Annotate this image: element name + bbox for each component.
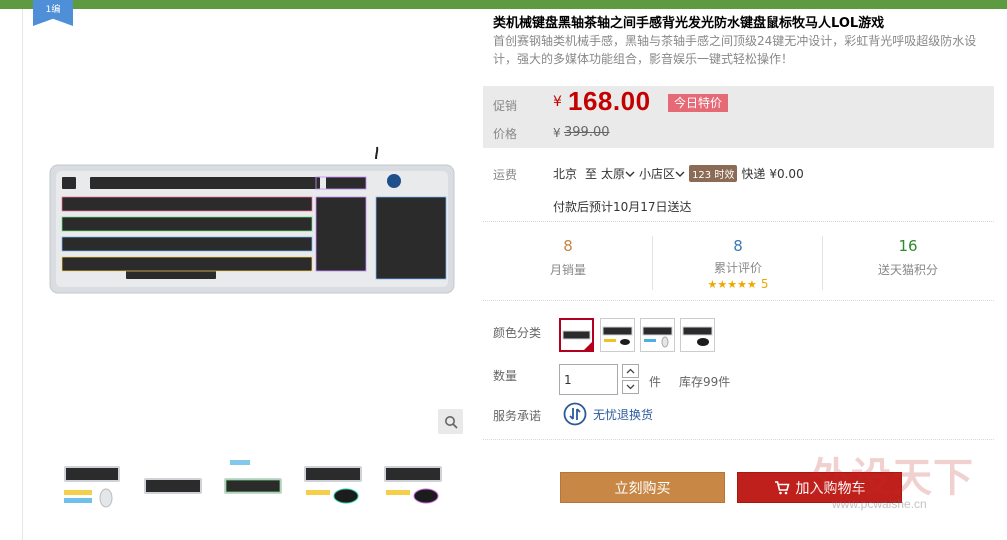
add-to-cart-button[interactable]: 加入购物车 [737, 472, 902, 503]
ship-from: 北京 [553, 167, 578, 181]
chevron-down-icon [625, 171, 635, 177]
color-swatch-4[interactable] [680, 318, 715, 352]
product-title: 类机械键盘黑轴茶轴之间手感背光发光防水键盘鼠标牧马人LOL游戏 [493, 16, 885, 31]
shipping-row: 北京 至 太原 小店区 123 时效 快递 ¥0.00 [553, 165, 804, 182]
delivery-eta: 付款后预计10月17日送达 [553, 200, 692, 214]
product-subtitle: 首创赛钢轴类机械手感，黑轴与茶轴手感之间顶级24键无冲设计，彩虹背光呼吸超级防水… [493, 34, 977, 66]
timeliness-badge: 123 时效 [689, 165, 738, 182]
thumbnail-strip [60, 458, 460, 518]
color-swatch-3[interactable] [640, 318, 675, 352]
quantity-label: 数量 [493, 369, 518, 383]
quantity-input[interactable] [559, 364, 618, 395]
color-option-label: 颜色分类 [493, 326, 542, 340]
corner-ribbon-text: 1编 [45, 5, 61, 15]
chevron-up-icon [626, 368, 635, 374]
quantity-decrease-button[interactable] [622, 380, 639, 394]
stock-count: 库存99件 [679, 375, 731, 389]
ship-to-word: 至 [585, 167, 598, 181]
buy-now-button[interactable]: 立刻购买 [560, 472, 725, 503]
selected-check-icon [583, 341, 593, 351]
product-main-image [46, 145, 460, 305]
color-swatch-1[interactable] [559, 318, 594, 352]
thumbnail-3[interactable] [222, 458, 284, 514]
thumbnail-4[interactable] [302, 458, 364, 514]
shipping-label: 运费 [493, 168, 518, 182]
rating-stars: ★★★★★ 5 [653, 277, 823, 291]
chevron-down-icon [626, 384, 635, 390]
star-icons: ★★★★★ [707, 278, 757, 291]
stat-value: 8 [733, 237, 743, 255]
magnifier-icon [444, 415, 458, 429]
corner-ribbon: 1编 [33, 0, 73, 26]
star-count: 5 [760, 277, 769, 291]
ship-city-select[interactable]: 太原 [601, 165, 635, 182]
stat-reviews[interactable]: 8 累计评价 ★★★★★ 5 [653, 222, 823, 302]
service-label: 服务承诺 [493, 409, 542, 423]
today-special-badge: 今日特价 [668, 94, 729, 112]
cart-icon [774, 480, 790, 494]
ship-method: 快递 [741, 167, 766, 181]
stat-value: 16 [898, 237, 918, 255]
original-price: 399.00 [564, 125, 610, 140]
color-swatch-2[interactable] [600, 318, 635, 352]
quantity-unit: 件 [649, 375, 662, 389]
service-divider [483, 439, 994, 440]
promo-label: 促销 [493, 99, 518, 113]
stat-label: 送天猫积分 [877, 263, 938, 277]
stats-bar: 8 月销量 8 累计评价 ★★★★★ 5 16 送天猫积分 [483, 221, 994, 301]
top-bar [0, 0, 1007, 9]
thumbnail-5[interactable] [382, 458, 444, 514]
promo-price: 168.00 [568, 86, 651, 116]
quantity-increase-button[interactable] [622, 364, 639, 378]
service-return-link[interactable]: 无忧退换货 [593, 406, 653, 423]
price-label: 价格 [493, 127, 518, 141]
ship-area-select[interactable]: 小店区 [639, 165, 685, 182]
return-icon [563, 402, 587, 426]
left-divider [22, 9, 23, 540]
thumbnail-2[interactable] [142, 458, 204, 514]
add-to-cart-label: 加入购物车 [795, 480, 866, 497]
stat-points: 16 送天猫积分 [823, 222, 993, 302]
thumbnail-1[interactable] [60, 458, 122, 514]
stat-monthly-sales: 8 月销量 [483, 222, 653, 302]
stat-value: 8 [563, 237, 573, 255]
promo-currency: ¥ [553, 94, 562, 110]
original-currency: ¥ [553, 126, 561, 140]
stat-label: 累计评价 [713, 261, 762, 275]
chevron-down-icon [675, 171, 685, 177]
ship-fee: ¥0.00 [769, 166, 804, 181]
zoom-button[interactable] [438, 409, 463, 434]
stat-label: 月销量 [549, 263, 586, 277]
